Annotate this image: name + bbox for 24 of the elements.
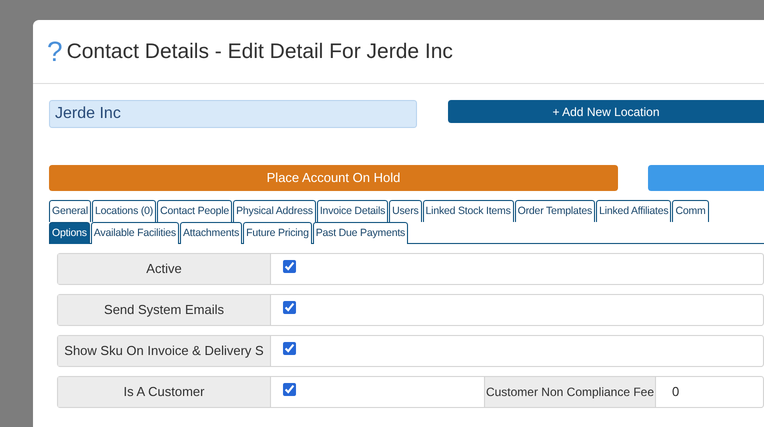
setting-checkbox[interactable] <box>283 260 296 273</box>
name-field[interactable]: Jerde Inc <box>49 100 417 128</box>
setting-label: Send System Emails <box>58 295 271 325</box>
tab[interactable]: Invoice Details <box>316 200 388 222</box>
tab[interactable]: General <box>49 200 91 222</box>
setting-label: Active <box>58 254 271 284</box>
tab[interactable]: Contact People <box>157 200 232 222</box>
setting-checkbox[interactable] <box>283 342 296 355</box>
tab[interactable]: Options <box>49 222 90 244</box>
tab[interactable]: Order Templates <box>514 200 596 222</box>
setting-checkbox[interactable] <box>283 301 296 314</box>
tab[interactable]: Available Facilities <box>90 222 179 244</box>
tab[interactable]: Future Pricing <box>243 222 312 244</box>
tab[interactable]: Attachments <box>180 222 242 244</box>
tab[interactable]: Linked Affiliates <box>596 200 672 222</box>
tab[interactable]: Locations (0) <box>92 200 156 222</box>
tab[interactable]: Linked Stock Items <box>422 200 514 222</box>
setting-label: Show Sku On Invoice & Delivery S <box>58 336 271 366</box>
dialog-title: Contact Details - Edit Detail For Jerde Inc <box>66 38 453 65</box>
tab[interactable]: Comm <box>672 200 709 222</box>
tab[interactable]: Past Due Payments <box>312 222 408 244</box>
tab[interactable]: Physical Address <box>233 200 316 222</box>
tab[interactable]: Users <box>389 200 422 222</box>
add-location-button[interactable]: + Add New Location <box>448 100 764 123</box>
